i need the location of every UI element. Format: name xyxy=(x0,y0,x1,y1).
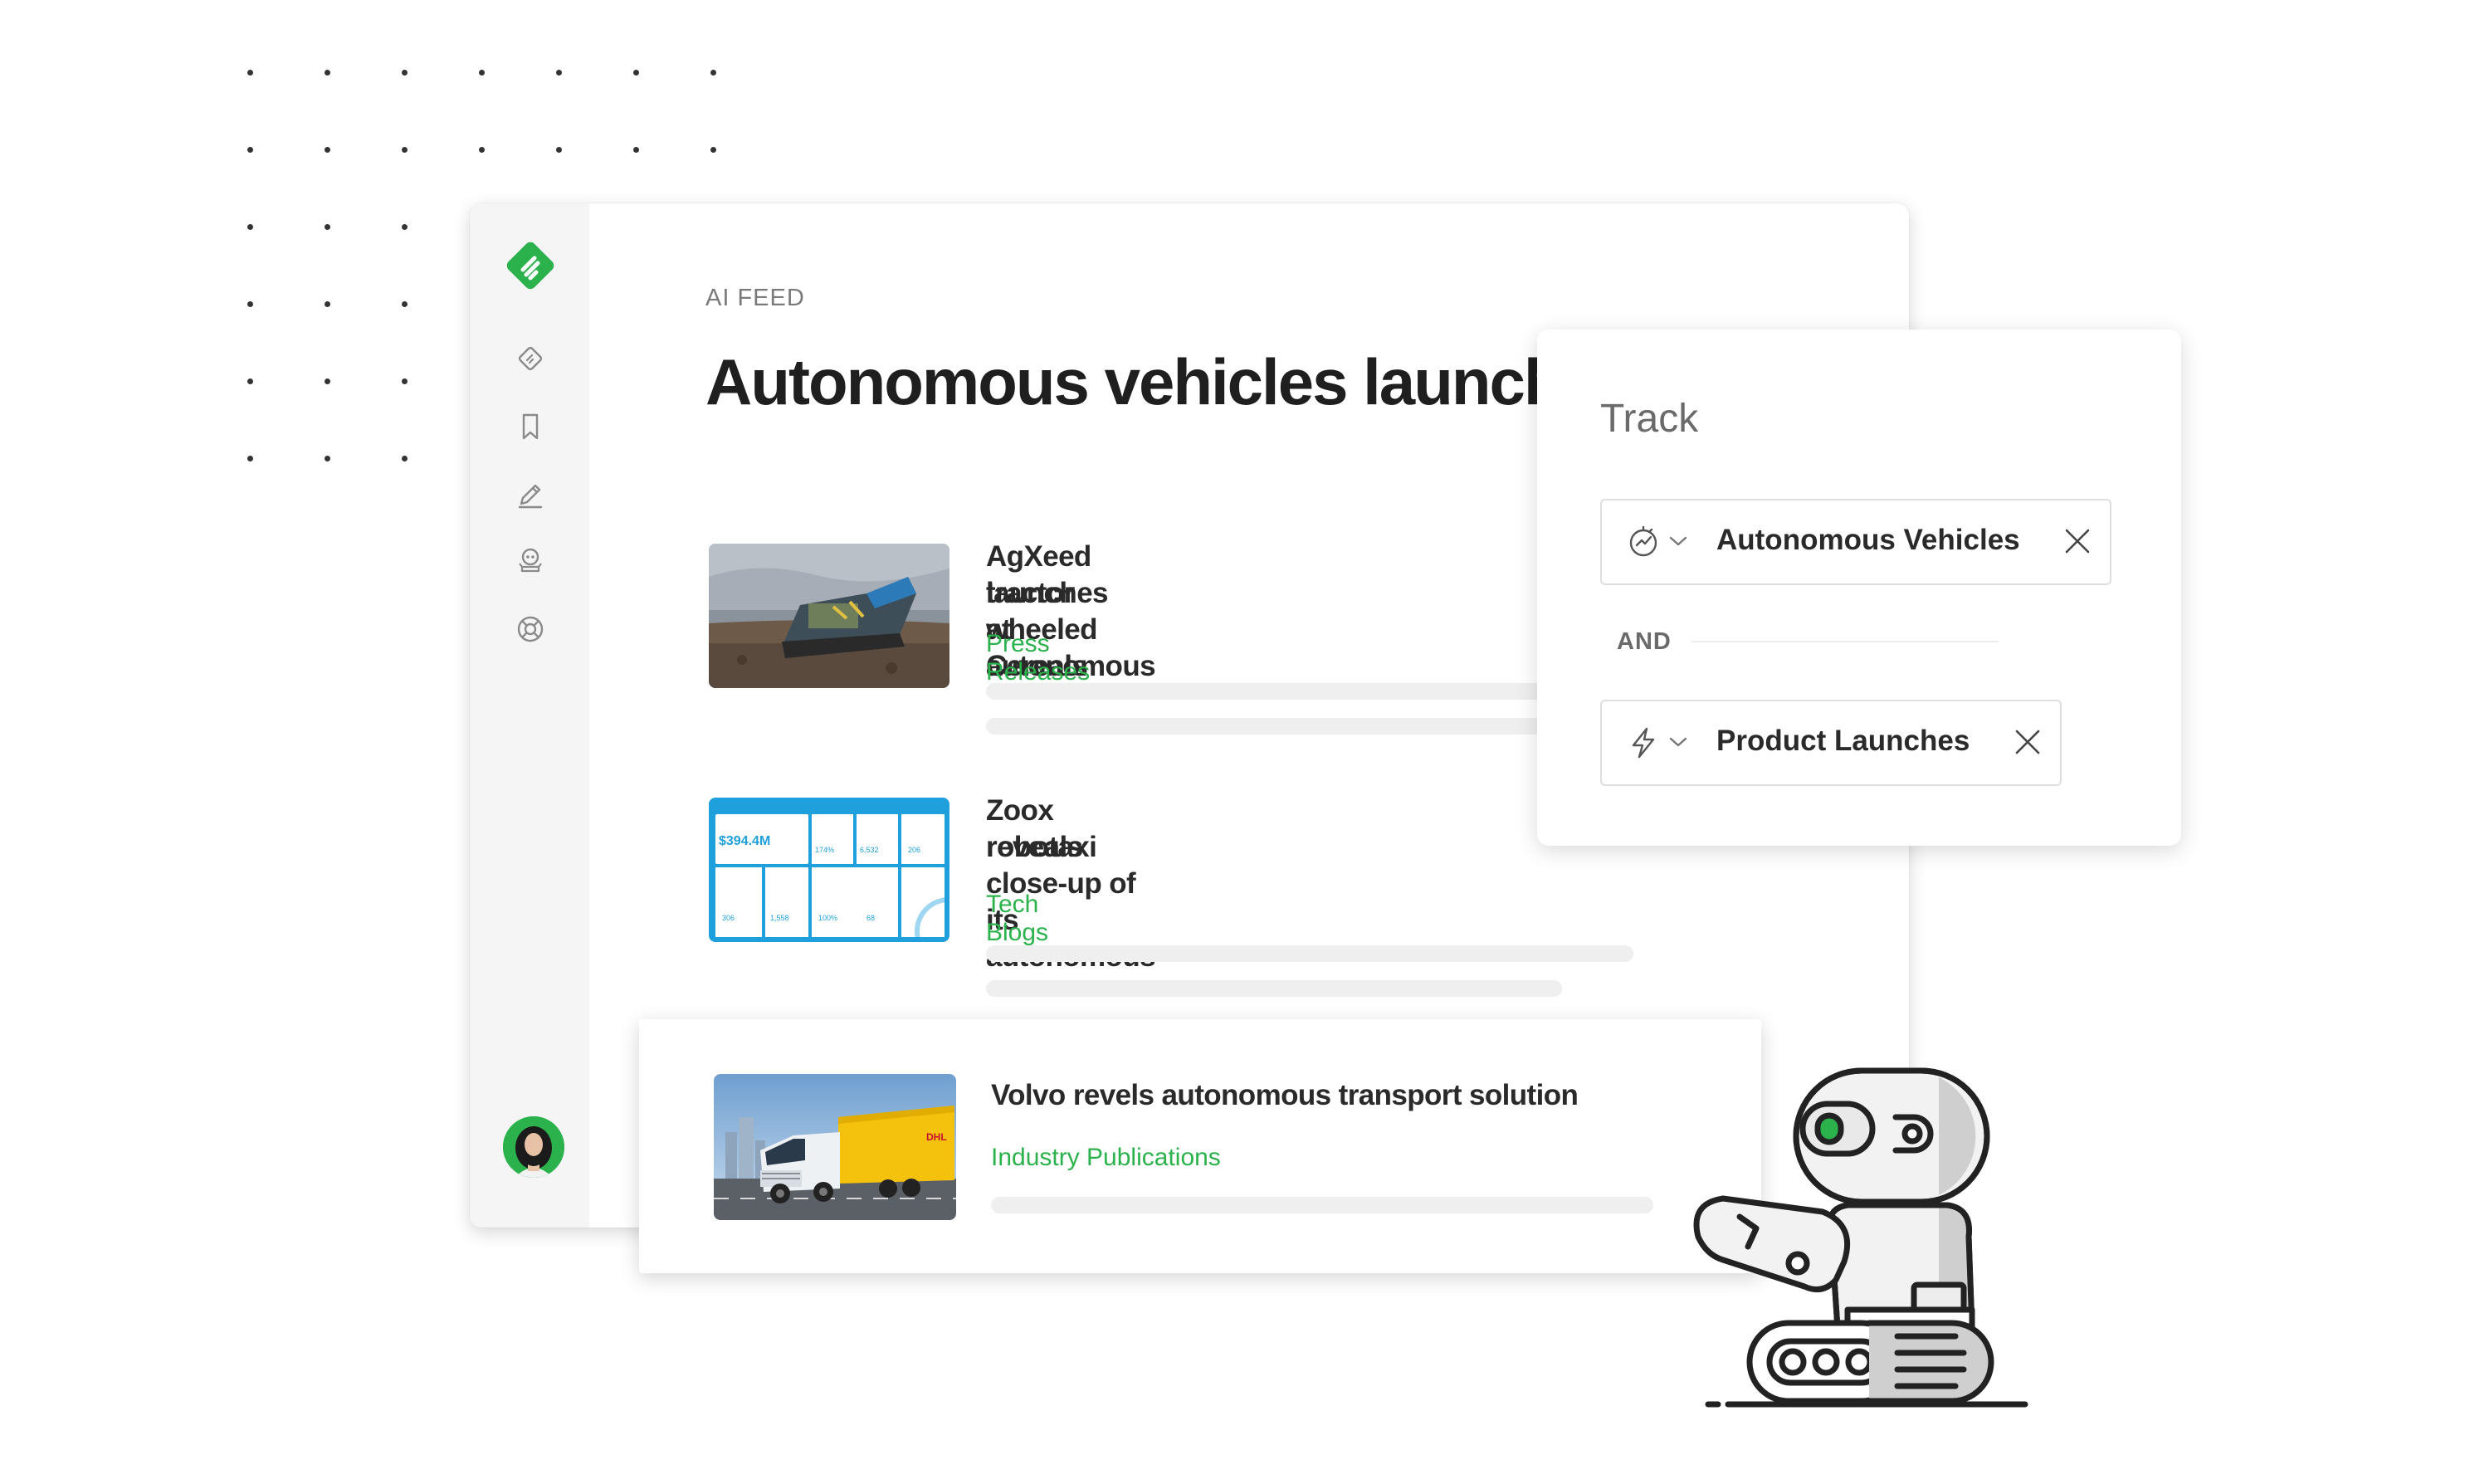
chip-label: Product Launches xyxy=(1716,725,1970,757)
lightning-icon[interactable] xyxy=(1627,726,1660,759)
text-placeholder xyxy=(991,1197,1653,1213)
divider xyxy=(1691,641,1999,642)
article-source[interactable]: Press Releases xyxy=(986,630,1090,686)
close-icon[interactable] xyxy=(2014,728,2042,756)
chevron-down-icon[interactable] xyxy=(1668,534,1688,549)
leo-robot-illustration xyxy=(1693,1067,2028,1408)
track-title: Track xyxy=(1600,397,1699,441)
dashboard-metric: 206 xyxy=(908,846,921,854)
bookmark-icon[interactable] xyxy=(515,411,546,442)
chevron-down-icon[interactable] xyxy=(1668,735,1688,749)
track-panel: Track Autonomous Vehicles AND Product La… xyxy=(1537,330,2181,846)
svg-text:DHL: DHL xyxy=(926,1131,947,1143)
article-card-highlighted[interactable]: DHL Volvo revels autonomous transport so… xyxy=(639,1019,1761,1273)
sidebar xyxy=(470,203,589,1228)
topic-icon[interactable] xyxy=(1627,525,1660,559)
page-title: Autonomous vehicles launch xyxy=(705,345,1564,418)
text-placeholder xyxy=(986,718,1584,735)
dashboard-metric: 174% xyxy=(815,846,835,854)
dashboard-metric: 6,532 xyxy=(860,846,879,854)
article-title-line2[interactable]: robotaxi xyxy=(986,829,1097,866)
topic-chip-autonomous-vehicles[interactable]: Autonomous Vehicles xyxy=(1600,499,2111,585)
dashboard-metric: $394.4M xyxy=(719,834,771,848)
article-thumbnail-tractor[interactable] xyxy=(709,544,949,688)
article-source[interactable]: Tech Blogs xyxy=(986,891,1048,947)
text-placeholder xyxy=(986,980,1562,997)
ai-feed-icon[interactable] xyxy=(515,343,546,374)
help-lifebuoy-icon[interactable] xyxy=(515,613,546,645)
topic-chip-product-launches[interactable]: Product Launches xyxy=(1600,700,2062,786)
close-icon[interactable] xyxy=(2063,527,2092,555)
article-title[interactable]: Volvo revels autonomous transport soluti… xyxy=(991,1077,1579,1114)
dashboard-metric: 68 xyxy=(866,914,876,922)
pen-icon[interactable] xyxy=(515,479,546,510)
dashboard-metric: 100% xyxy=(818,914,838,922)
dashboard-metric: 306 xyxy=(722,914,735,922)
feedly-logo-icon[interactable] xyxy=(503,238,558,293)
dashboard-metric: 1,558 xyxy=(770,914,789,922)
article-source[interactable]: Industry Publications xyxy=(991,1144,1221,1172)
user-avatar[interactable] xyxy=(503,1116,564,1178)
leo-robot-icon[interactable] xyxy=(515,545,546,577)
text-placeholder xyxy=(986,683,1584,700)
text-placeholder xyxy=(986,945,1633,962)
article-thumbnail-truck[interactable]: DHL xyxy=(714,1074,956,1220)
chip-label: Autonomous Vehicles xyxy=(1716,524,2020,556)
article-thumbnail-dashboard[interactable]: $394.4M 174% 6,532 206 306 1,558 100% 68 xyxy=(709,798,949,942)
feed-label: AI FEED xyxy=(705,285,805,311)
operator-label: AND xyxy=(1617,628,1672,655)
